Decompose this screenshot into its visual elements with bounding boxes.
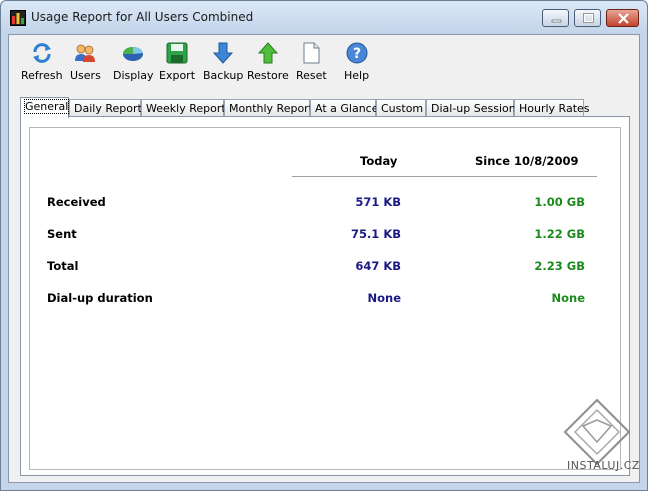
watermark-text: INSTALUJ.CZ — [567, 459, 640, 472]
header-divider — [292, 176, 597, 177]
tab-monthly-report-label: Monthly Report — [229, 102, 314, 115]
column-header-since: Since 10/8/2009 — [475, 154, 579, 168]
arrow-up-icon — [257, 42, 278, 64]
dialup-today-value: None — [367, 291, 401, 305]
general-tab-panel: Today Since 10/8/2009 Received 571 KB 1.… — [20, 116, 630, 476]
reset-button[interactable]: Reset — [296, 41, 327, 82]
total-since-value: 2.23 GB — [534, 259, 585, 273]
tab-custom[interactable]: Custom — [376, 99, 426, 117]
help-icon: ? — [346, 42, 368, 64]
tab-dialup-sessions[interactable]: Dial-up Sessions — [426, 99, 521, 117]
export-label: Export — [159, 69, 196, 82]
sent-today-value: 75.1 KB — [350, 227, 401, 241]
window-title: Usage Report for All Users Combined — [31, 10, 254, 24]
help-button[interactable]: ? Help — [344, 41, 369, 82]
row-label-dialup-duration: Dial-up duration — [47, 291, 153, 305]
tab-at-a-glance-label: At a Glance — [315, 102, 379, 115]
tab-weekly-report-label: Weekly Report — [146, 102, 226, 115]
minimize-button[interactable] — [542, 9, 569, 27]
app-window: Usage Report for All Users Combined Refr… — [0, 0, 648, 491]
close-button[interactable] — [606, 9, 639, 27]
refresh-label: Refresh — [21, 69, 63, 82]
sent-since-value: 1.22 GB — [534, 227, 585, 241]
help-label: Help — [344, 69, 370, 82]
arrow-down-icon — [213, 42, 234, 64]
received-today-value: 571 KB — [355, 195, 401, 209]
dialup-since-value: None — [551, 291, 585, 305]
row-label-received: Received — [47, 195, 106, 209]
tab-daily-report[interactable]: Daily Report — [69, 99, 142, 117]
tab-general-label: General — [23, 99, 70, 114]
column-header-today: Today — [360, 154, 398, 168]
tab-custom-label: Custom — [381, 102, 424, 115]
tab-hourly-rates-label: Hourly Rates — [519, 102, 590, 115]
title-bar[interactable]: Usage Report for All Users Combined — [1, 1, 647, 34]
floppy-disk-icon — [166, 42, 188, 64]
client-area: Refresh Users Display Export Backup Rest… — [8, 34, 640, 483]
display-button[interactable]: Display — [113, 41, 154, 82]
refresh-button[interactable]: Refresh — [21, 41, 63, 82]
tab-daily-report-label: Daily Report — [74, 102, 142, 115]
backup-label: Backup — [203, 69, 244, 82]
tab-monthly-report[interactable]: Monthly Report — [224, 99, 314, 117]
display-icon — [123, 46, 144, 61]
restore-label: Restore — [247, 69, 289, 82]
row-label-total: Total — [47, 259, 79, 273]
reset-label: Reset — [296, 69, 327, 82]
users-label: Users — [70, 69, 101, 82]
refresh-icon — [32, 43, 51, 63]
svg-text:?: ? — [352, 46, 360, 62]
maximize-icon — [583, 13, 594, 23]
tab-weekly-report[interactable]: Weekly Report — [141, 99, 226, 117]
backup-button[interactable]: Backup — [203, 41, 243, 82]
blank-page-icon — [303, 42, 320, 64]
app-chart-icon — [10, 10, 26, 26]
usage-summary-table: Today Since 10/8/2009 Received 571 KB 1.… — [29, 127, 621, 470]
maximize-button[interactable] — [574, 9, 601, 27]
minimize-icon — [551, 19, 562, 23]
export-button[interactable]: Export — [159, 41, 195, 82]
total-today-value: 647 KB — [355, 259, 401, 273]
close-icon — [618, 13, 629, 24]
row-label-sent: Sent — [47, 227, 77, 241]
tab-hourly-rates[interactable]: Hourly Rates — [514, 99, 590, 117]
users-button[interactable]: Users — [70, 41, 101, 82]
toolbar: Refresh Users Display Export Backup Rest… — [9, 35, 639, 91]
users-icon — [75, 44, 96, 62]
display-label: Display — [113, 69, 154, 82]
tab-dialup-sessions-label: Dial-up Sessions — [431, 102, 522, 115]
tab-general[interactable]: General — [20, 97, 70, 118]
received-since-value: 1.00 GB — [534, 195, 585, 209]
restore-button[interactable]: Restore — [247, 41, 289, 82]
tab-at-a-glance[interactable]: At a Glance — [310, 99, 379, 117]
